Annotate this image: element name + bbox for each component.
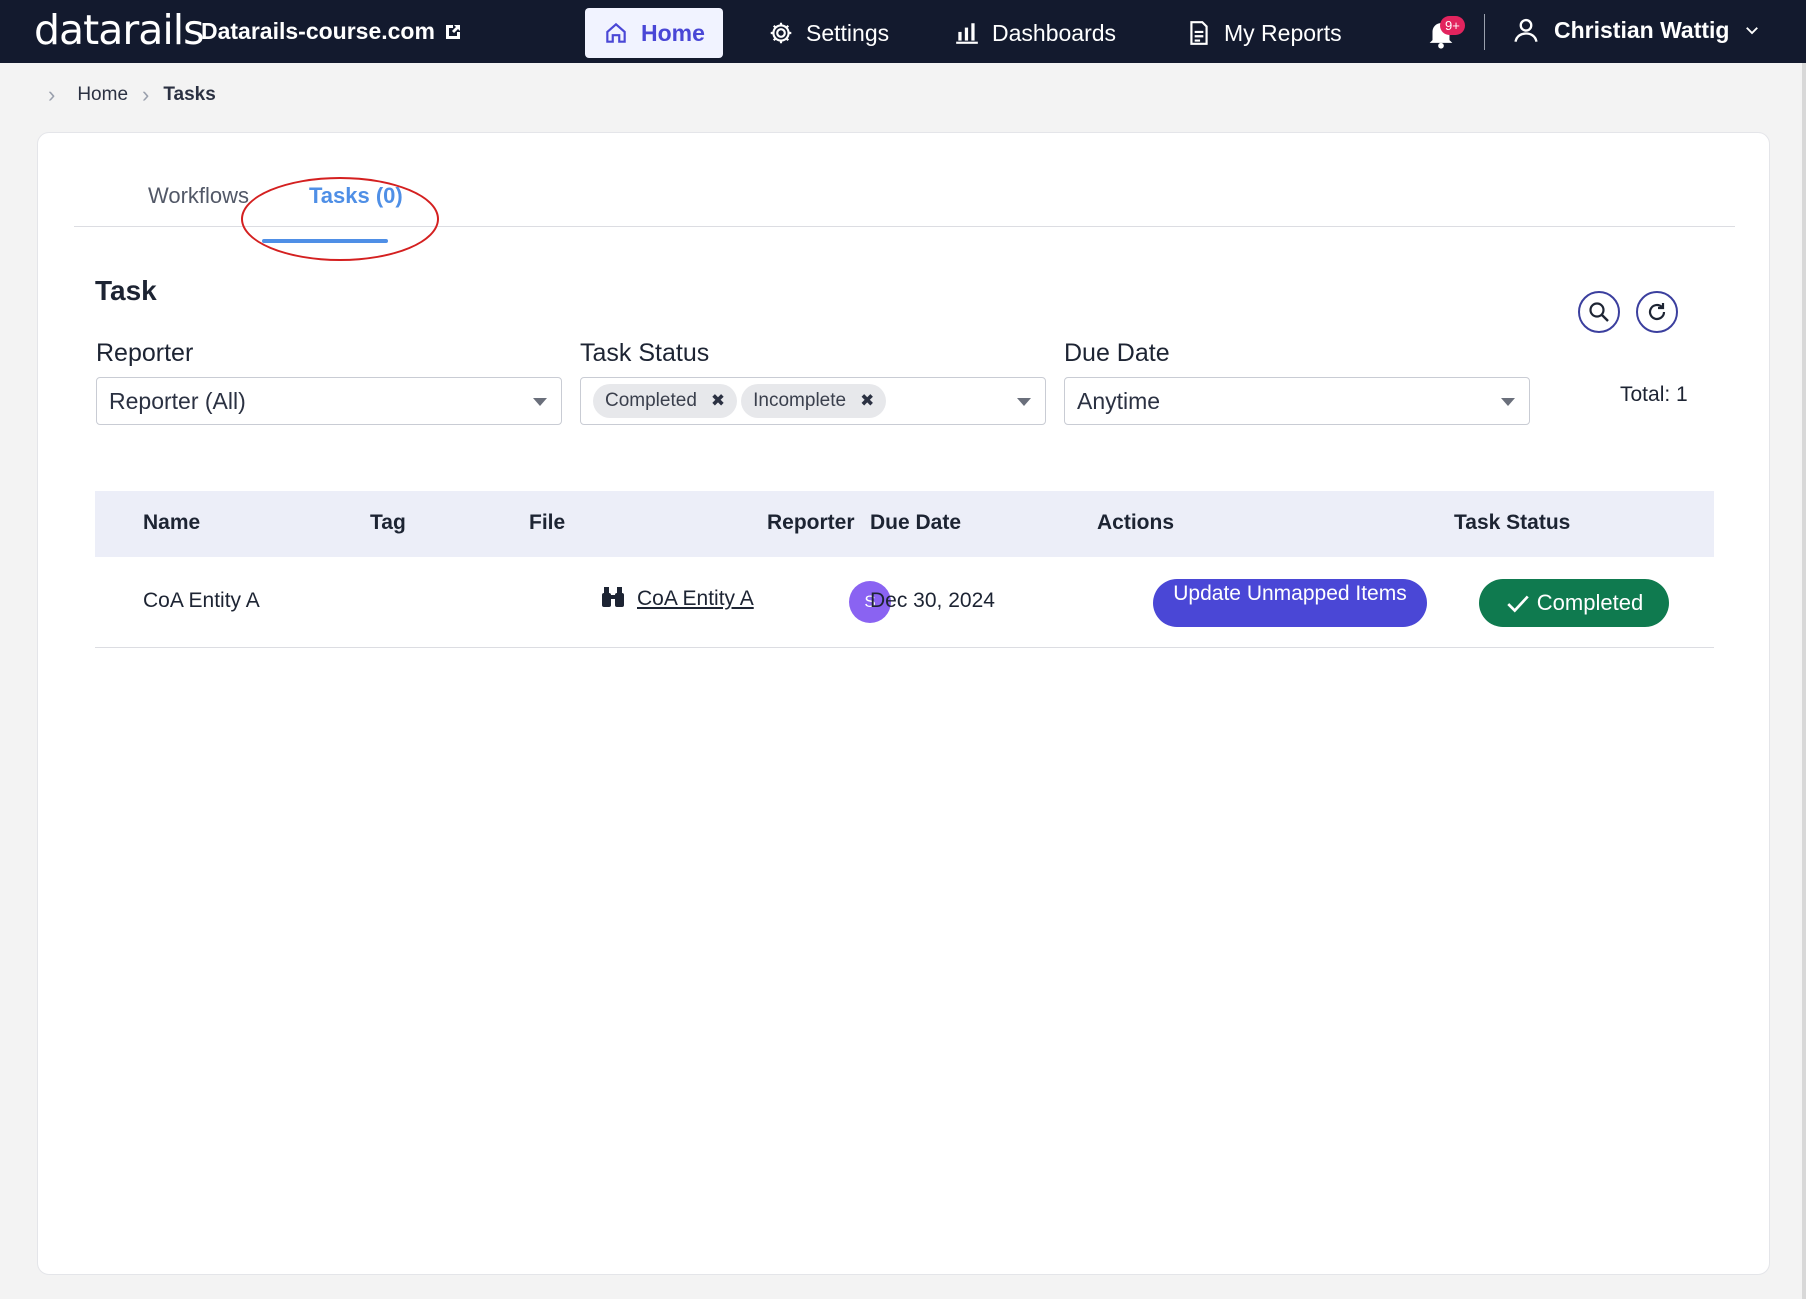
document-icon: [1190, 21, 1208, 45]
refresh-icon: [1648, 303, 1666, 321]
search-icon: [1589, 302, 1609, 322]
nav-home[interactable]: Home: [585, 8, 723, 58]
user-menu[interactable]: Christian Wattig: [1512, 16, 1761, 44]
nav-dashboards-label: Dashboards: [992, 19, 1117, 46]
breadcrumb: › Home › Tasks: [48, 82, 216, 108]
nav-settings-label: Settings: [806, 19, 890, 46]
status-chip-completed: Completed ✖: [593, 384, 738, 418]
column-header-reporter[interactable]: Reporter: [767, 511, 855, 535]
task-name: CoA Entity A: [143, 589, 260, 612]
notification-badge: 9+: [1440, 16, 1465, 35]
dropdown-caret-icon: [1501, 398, 1515, 406]
checkmark-icon: [1507, 595, 1529, 613]
reporter-select-value: Reporter (All): [109, 387, 246, 414]
column-header-tag[interactable]: Tag: [370, 511, 406, 535]
remove-chip-icon[interactable]: ✖: [860, 391, 874, 411]
page-scrollbar[interactable]: [1802, 63, 1806, 1299]
domain-switcher[interactable]: Datarails-course.com: [201, 18, 463, 45]
column-header-task-status[interactable]: Task Status: [1454, 511, 1570, 535]
search-button[interactable]: [1578, 291, 1620, 333]
due-date-select[interactable]: Anytime: [1064, 377, 1530, 425]
tasks-card: Workflows Tasks (0) Task Reporter Report…: [37, 132, 1770, 1275]
tab-workflows[interactable]: Workflows: [148, 181, 249, 227]
home-icon: [606, 22, 626, 43]
chevron-down-icon: [1746, 27, 1759, 35]
table-header: Name Tag File Reporter Due Date Actions …: [95, 491, 1714, 557]
dropdown-caret-icon: [533, 398, 547, 406]
datarails-logo[interactable]: datarails: [34, 8, 204, 52]
reporter-select[interactable]: Reporter (All): [96, 377, 562, 425]
chevron-right-icon: ›: [142, 82, 150, 107]
nav-dashboards[interactable]: Dashboards: [936, 8, 1134, 58]
nav-my-reports-label: My Reports: [1224, 19, 1342, 46]
breadcrumb-current: Tasks: [163, 84, 216, 105]
column-header-file[interactable]: File: [529, 511, 565, 535]
user-name: Christian Wattig: [1554, 16, 1730, 43]
chip-label: Completed: [605, 390, 697, 411]
user-icon: [1514, 18, 1538, 42]
external-link-icon: [445, 24, 460, 39]
reporter-filter-label: Reporter: [96, 339, 194, 367]
task-status-select[interactable]: Completed ✖ Incomplete ✖: [580, 377, 1046, 425]
due-date-filter-label: Due Date: [1064, 339, 1170, 367]
nav-home-label: Home: [641, 19, 705, 46]
chip-label: Incomplete: [753, 390, 847, 411]
refresh-button[interactable]: [1636, 291, 1678, 333]
bar-chart-icon: [956, 23, 978, 44]
top-navbar: datarails Datarails-course.com Home Sett…: [0, 0, 1806, 63]
gear-icon: [770, 22, 792, 44]
nav-my-reports[interactable]: My Reports: [1168, 8, 1360, 58]
status-chip-incomplete: Incomplete ✖: [741, 384, 887, 418]
status-badge-label: Completed: [1536, 590, 1644, 615]
nav-settings[interactable]: Settings: [750, 8, 907, 58]
breadcrumb-home[interactable]: Home: [77, 84, 128, 106]
table-row: CoA Entity A CoA Entity A S Dec 30, 2024…: [95, 557, 1714, 648]
task-due-date: Dec 30, 2024: [870, 589, 995, 612]
column-header-name[interactable]: Name: [143, 511, 200, 535]
task-status-filter-label: Task Status: [580, 339, 710, 367]
binoculars-icon[interactable]: [600, 585, 626, 609]
column-header-due-date[interactable]: Due Date: [870, 511, 961, 535]
remove-chip-icon[interactable]: ✖: [711, 391, 725, 411]
nav-divider: [1484, 14, 1485, 50]
column-header-actions: Actions: [1097, 511, 1175, 534]
due-date-select-value: Anytime: [1077, 387, 1161, 414]
section-title: Task: [95, 275, 157, 306]
annotation-circle: [241, 177, 439, 261]
chevron-right-icon: ›: [48, 82, 56, 107]
file-link[interactable]: CoA Entity A: [637, 587, 754, 611]
dropdown-caret-icon: [1017, 398, 1031, 406]
status-badge: Completed: [1479, 579, 1669, 627]
total-count: Total: 1: [1620, 383, 1688, 406]
update-unmapped-items-button[interactable]: Update Unmapped Items: [1153, 579, 1427, 627]
domain-name: Datarails-course.com: [201, 18, 435, 44]
